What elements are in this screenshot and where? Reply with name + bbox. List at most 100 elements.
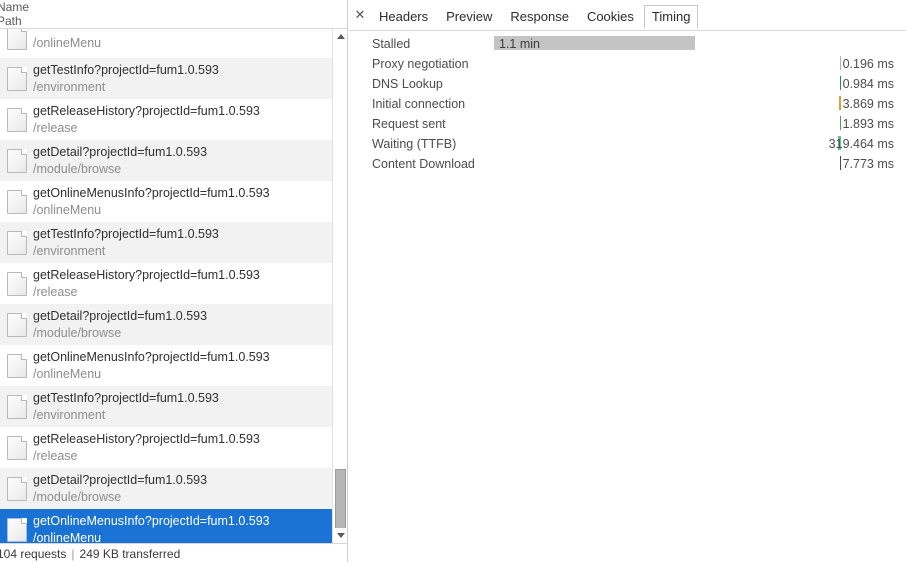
request-path: /release bbox=[33, 449, 78, 463]
tab-headers[interactable]: Headers bbox=[371, 5, 436, 29]
request-name: getOnlineMenusInfo?projectId=fum1.0.593 bbox=[33, 350, 270, 364]
request-path: /environment bbox=[33, 80, 106, 94]
request-name: getOnlineMenusInfo?projectId=fum1.0.593 bbox=[33, 514, 270, 528]
request-count: 104 requests bbox=[0, 547, 67, 561]
request-name: getReleaseHistory?projectId=fum1.0.593 bbox=[33, 432, 260, 446]
request-path: /environment bbox=[33, 408, 106, 422]
timing-duration-value: 7.773 ms bbox=[842, 157, 894, 171]
request-name: getReleaseHistory?projectId=fum1.0.593 bbox=[33, 104, 260, 118]
request-row[interactable]: getDetail?projectId=fum1.0.593/module/br… bbox=[0, 140, 347, 181]
timing-phase-label: Waiting (TTFB) bbox=[372, 137, 457, 151]
timing-row: Waiting (TTFB) 319.464 ms bbox=[349, 134, 906, 154]
request-details-pane: ✕ Headers Preview Response Cookies Timing St… bbox=[349, 0, 906, 562]
timing-phase-label: DNS Lookup bbox=[372, 77, 443, 91]
timing-row: Request sent 1.893 ms bbox=[349, 114, 906, 134]
timing-breakdown-table: Stalled 1.1 min Proxy negotiation 0.196 ms D… bbox=[349, 34, 906, 174]
timing-phase-label: Initial connection bbox=[372, 97, 466, 111]
document-icon bbox=[7, 272, 27, 296]
document-icon bbox=[7, 436, 27, 460]
details-tabs[interactable]: Headers Preview Response Cookies Timing bbox=[371, 5, 700, 31]
request-list[interactable]: /onlineMenu getTestInfo?projectId=fum1.0.… bbox=[0, 29, 347, 543]
request-path: /environment bbox=[33, 244, 106, 258]
request-row[interactable]: getOnlineMenusInfo?projectId=fum1.0.593 /… bbox=[0, 181, 347, 222]
network-status-bar: 104 requests | 249 KB transferred bbox=[0, 543, 347, 562]
timing-duration-value: 3.869 ms bbox=[842, 97, 894, 111]
timing-duration-value: 0.196 ms bbox=[842, 57, 894, 71]
timing-row: Proxy negotiation 0.196 ms bbox=[349, 54, 906, 74]
document-icon bbox=[7, 518, 27, 542]
document-icon bbox=[7, 231, 27, 255]
chevron-down-icon bbox=[337, 533, 345, 538]
request-path: /onlineMenu bbox=[33, 36, 102, 50]
column-header-path[interactable]: Path bbox=[0, 14, 22, 28]
details-tabbar: ✕ Headers Preview Response Cookies Timing bbox=[349, 0, 906, 31]
request-path: /onlineMenu bbox=[33, 203, 102, 217]
tabbar-underline bbox=[349, 30, 906, 31]
request-name: getTestInfo?projectId=fum1.0.593 bbox=[33, 63, 219, 77]
timing-duration-value: 319.464 ms bbox=[828, 137, 894, 151]
document-icon bbox=[7, 108, 27, 132]
request-name: getTestInfo?projectId=fum1.0.593 bbox=[33, 227, 219, 241]
tab-timing[interactable]: Timing bbox=[643, 5, 699, 29]
tab-preview[interactable]: Preview bbox=[438, 5, 500, 29]
document-icon bbox=[7, 395, 27, 419]
timing-duration-value: 1.1 min bbox=[499, 37, 540, 51]
chevron-up-icon bbox=[337, 34, 345, 39]
scrollbar-thumb[interactable] bbox=[335, 469, 346, 535]
timing-track bbox=[494, 94, 842, 112]
request-list-scrollbar[interactable] bbox=[332, 29, 347, 543]
timing-track bbox=[494, 154, 842, 172]
request-path: /release bbox=[33, 285, 78, 299]
timing-phase-label: Proxy negotiation bbox=[372, 57, 469, 71]
request-row[interactable]: getOnlineMenusInfo?projectId=fum1.0.593 /… bbox=[0, 509, 347, 543]
timing-row: Content Download 7.773 ms bbox=[349, 154, 906, 174]
timing-bar bbox=[839, 96, 841, 110]
timing-bar bbox=[840, 116, 841, 130]
timing-row: Initial connection 3.869 ms bbox=[349, 94, 906, 114]
request-name: getDetail?projectId=fum1.0.593 bbox=[33, 473, 208, 487]
transferred-size: 249 KB transferred bbox=[79, 547, 181, 561]
request-row[interactable]: getTestInfo?projectId=fum1.0.593/environ… bbox=[0, 222, 347, 263]
timing-bar bbox=[840, 76, 841, 90]
column-header-name[interactable]: Name bbox=[0, 0, 29, 14]
request-row[interactable]: getReleaseHistory?projectId=fum1.0.593/r… bbox=[0, 263, 347, 304]
timing-bar bbox=[840, 56, 841, 70]
request-row[interactable]: getReleaseHistory?projectId=fum1.0.593/r… bbox=[0, 99, 347, 140]
timing-track bbox=[494, 34, 842, 52]
request-row[interactable]: getTestInfo?projectId=fum1.0.593/environ… bbox=[0, 58, 347, 99]
network-request-list-pane: Name Path /onlineMenu getTestInfo?project… bbox=[0, 0, 348, 562]
request-path: /module/browse bbox=[33, 326, 122, 340]
document-icon bbox=[7, 67, 27, 91]
request-path: /release bbox=[33, 121, 78, 135]
timing-row: Stalled 1.1 min bbox=[349, 34, 906, 54]
close-icon[interactable]: ✕ bbox=[352, 7, 368, 23]
request-row[interactable]: getReleaseHistory?projectId=fum1.0.593/r… bbox=[0, 427, 347, 468]
request-row[interactable]: getDetail?projectId=fum1.0.593/module/br… bbox=[0, 304, 347, 345]
timing-track bbox=[494, 54, 842, 72]
request-name: getOnlineMenusInfo?projectId=fum1.0.593 bbox=[33, 186, 270, 200]
request-row[interactable]: getDetail?projectId=fum1.0.593/module/br… bbox=[0, 468, 347, 509]
request-list-header: Name Path bbox=[0, 0, 347, 28]
scroll-down-button[interactable] bbox=[333, 528, 347, 543]
timing-duration-value: 1.893 ms bbox=[842, 117, 894, 131]
request-row[interactable]: /onlineMenu bbox=[0, 29, 347, 58]
status-summary: 104 requests | 249 KB transferred bbox=[0, 546, 180, 562]
request-path: /onlineMenu bbox=[33, 531, 102, 543]
tab-cookies[interactable]: Cookies bbox=[579, 5, 642, 29]
timing-duration-value: 0.984 ms bbox=[842, 77, 894, 91]
timing-phase-label: Stalled bbox=[372, 37, 411, 51]
document-icon bbox=[7, 354, 27, 378]
timing-track bbox=[494, 74, 842, 92]
request-row[interactable]: getOnlineMenusInfo?projectId=fum1.0.593 /… bbox=[0, 345, 347, 386]
request-name: getTestInfo?projectId=fum1.0.593 bbox=[33, 391, 219, 405]
timing-track bbox=[494, 114, 842, 132]
tab-response[interactable]: Response bbox=[502, 5, 577, 29]
document-icon bbox=[7, 29, 27, 50]
request-path: /module/browse bbox=[33, 162, 122, 176]
request-row[interactable]: getTestInfo?projectId=fum1.0.593/environ… bbox=[0, 386, 347, 427]
scroll-up-button[interactable] bbox=[333, 29, 347, 44]
status-separator: | bbox=[71, 547, 75, 561]
document-icon bbox=[7, 313, 27, 337]
request-name: getDetail?projectId=fum1.0.593 bbox=[33, 145, 208, 159]
document-icon bbox=[7, 149, 27, 173]
